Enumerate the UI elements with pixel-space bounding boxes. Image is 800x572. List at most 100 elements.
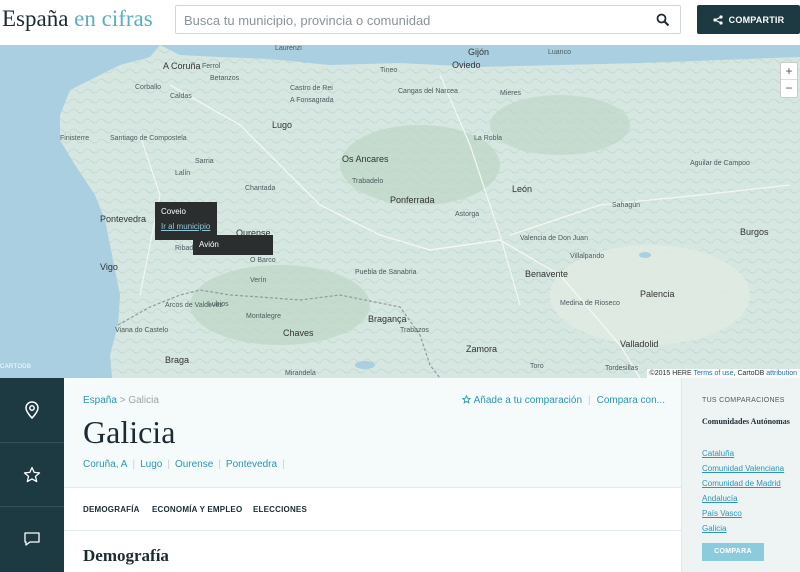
tab-economia-empleo[interactable]: ECONOMÍA Y EMPLEO: [152, 505, 242, 514]
map-place: Toro: [530, 363, 544, 370]
rail-star-button[interactable]: [0, 442, 64, 506]
compare-actions: Añade a tu comparación | Compara con...: [462, 394, 665, 406]
map-place: Palencia: [640, 289, 675, 299]
comparison-item[interactable]: Comunidad Valenciana: [702, 461, 784, 476]
share-label: COMPARTIR: [728, 14, 785, 25]
map-place: Cangas del Narcea: [398, 88, 458, 95]
map-place: Lugo: [272, 120, 293, 130]
map-place: Arcos de Valdevez: [165, 302, 223, 309]
search-input[interactable]: [184, 11, 644, 29]
location-pin-icon: [25, 401, 39, 419]
logo-accent: en cifras: [74, 6, 153, 31]
map-place: Villalpando: [570, 253, 605, 260]
map-place: Tineo: [380, 67, 398, 74]
map-place: Luanco: [548, 49, 571, 56]
map-place: Chaves: [283, 328, 314, 338]
zoom-out-button[interactable]: −: [781, 80, 797, 97]
star-icon: [23, 466, 41, 482]
map-place: Tordesillas: [605, 365, 639, 372]
cartodb-badge[interactable]: CARTODB: [0, 364, 31, 370]
map-place: Ponferrada: [390, 195, 435, 205]
comparison-item[interactable]: Comunidad de Madrid: [702, 476, 784, 491]
tab-demografia[interactable]: DEMOGRAFÍA: [83, 505, 140, 514]
province-link[interactable]: Coruña, A: [83, 459, 127, 470]
map-place: Sahagún: [612, 202, 641, 209]
page-title: Galicia: [83, 414, 176, 450]
breadcrumb-current: Galicia: [128, 395, 159, 406]
comment-icon: [24, 531, 40, 546]
divider: |: [167, 459, 170, 470]
map-place: Laurenzi: [275, 45, 302, 52]
search-icon[interactable]: [656, 13, 670, 27]
comparisons-heading: TUS COMPARACIONES: [702, 397, 785, 404]
map-place: A Fonsagrada: [290, 97, 334, 104]
map-place: Puebla de Sanabria: [355, 269, 417, 276]
map-place: Astorga: [455, 211, 480, 218]
map-place: León: [512, 184, 533, 194]
rail-location-button[interactable]: [0, 378, 64, 442]
section-tabs: DEMOGRAFÍA ECONOMÍA Y EMPLEO ELECCIONES: [64, 487, 681, 531]
map-place: Zamora: [466, 344, 498, 354]
map-place: Mirandela: [285, 370, 316, 377]
go-to-municipality-link[interactable]: Ir al municipio: [161, 222, 211, 231]
map-place: Corballo: [135, 84, 162, 91]
map-place: Montalegre: [246, 313, 282, 320]
map-place: Bragança: [368, 314, 407, 324]
search-box: [175, 5, 681, 34]
compare-button[interactable]: COMPARA: [702, 543, 764, 561]
site-logo[interactable]: España en cifras: [2, 6, 153, 32]
map-place: Braga: [165, 355, 190, 365]
comparison-item[interactable]: País Vasco: [702, 506, 784, 521]
map-place: Caldas: [170, 93, 192, 100]
province-links: Coruña, A | Lugo | Ourense | Pontevedra |: [83, 459, 285, 470]
tab-elecciones[interactable]: ELECCIONES: [253, 505, 307, 514]
breadcrumb-root[interactable]: España: [83, 395, 117, 406]
map-place: Santiago de Compostela: [110, 135, 187, 142]
province-link[interactable]: Ourense: [175, 459, 213, 470]
breadcrumb-separator: >: [119, 395, 126, 406]
map-attribution: ©2015 HERE Terms of use, CartoDB attribu…: [646, 369, 800, 378]
comparisons-list: Cataluña Comunidad Valenciana Comunidad …: [702, 446, 784, 536]
side-rail: [0, 378, 64, 572]
share-icon: [713, 14, 723, 25]
map-place: A Coruña: [163, 61, 201, 71]
logo-main: España: [2, 6, 69, 31]
compare-with-link[interactable]: Compara con...: [597, 395, 665, 406]
map-place: Trabazos: [400, 327, 429, 334]
section-title: Demografía: [83, 546, 169, 565]
share-button[interactable]: COMPARTIR: [697, 5, 800, 34]
map-place: Burgos: [740, 227, 769, 237]
map-place: Trabadelo: [352, 178, 384, 185]
star-outline-icon: [462, 394, 472, 404]
map-place: Gijón: [468, 47, 490, 57]
comparisons-group-title: Comunidades Autónomas: [702, 417, 790, 426]
rail-comment-button[interactable]: [0, 506, 64, 570]
map-place: Pontevedra: [100, 214, 147, 224]
map[interactable]: Laurenzi A Coruña Ferrol Betanzos Corbal…: [0, 45, 800, 378]
zoom-in-button[interactable]: +: [781, 63, 797, 80]
map-place: Vigo: [100, 262, 118, 272]
map-place: Oviedo: [452, 60, 481, 70]
comparison-item[interactable]: Andalucía: [702, 491, 784, 506]
main-content: España > Galicia Añade a tu comparación …: [64, 378, 681, 572]
attribution-carto: , CartoDB: [733, 370, 765, 377]
attribution-link[interactable]: attribution: [766, 370, 797, 377]
map-place: Benavente: [525, 269, 569, 279]
comparison-item[interactable]: Galicia: [702, 521, 784, 536]
divider: |: [282, 459, 285, 470]
province-link[interactable]: Pontevedra: [226, 459, 277, 470]
map-place: Sarria: [195, 158, 214, 165]
comparison-item[interactable]: Cataluña: [702, 446, 784, 461]
map-place: Aguilar de Campoo: [690, 160, 750, 167]
map-place: Betanzos: [210, 75, 240, 82]
map-place: Os Ancares: [342, 154, 389, 164]
map-place: Finisterre: [60, 135, 90, 142]
demografia-section: Demografía: [64, 531, 681, 572]
add-to-comparison-link[interactable]: Añade a tu comparación: [462, 394, 582, 406]
divider: |: [588, 395, 591, 406]
province-link[interactable]: Lugo: [140, 459, 162, 470]
header: España en cifras COMPARTIR: [0, 0, 800, 45]
terms-of-use-link[interactable]: Terms of use: [693, 370, 733, 377]
map-place: Valencia de Don Juan: [520, 235, 588, 242]
map-place: Mieres: [500, 90, 522, 97]
